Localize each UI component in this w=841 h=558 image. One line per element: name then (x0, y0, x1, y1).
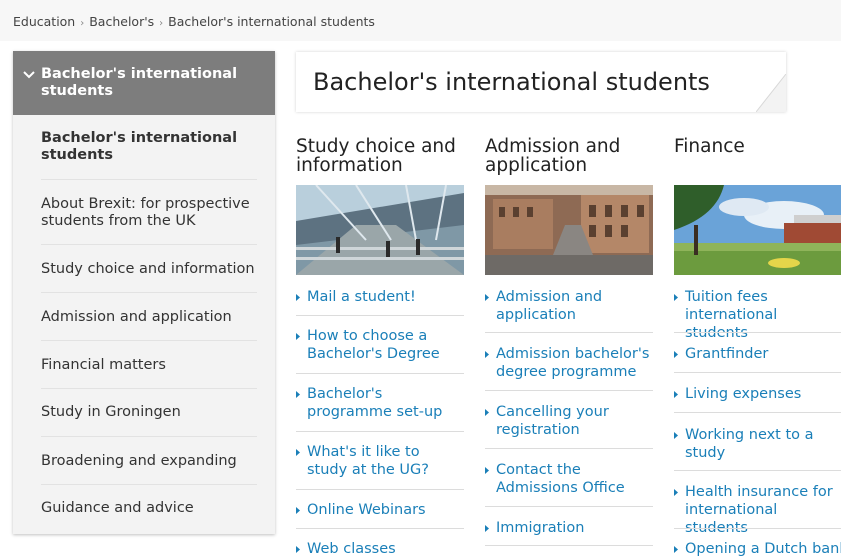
link-divider (674, 332, 841, 333)
link-divider (296, 315, 464, 316)
sidebar-divider (41, 388, 257, 389)
corner-decoration (756, 74, 786, 112)
link-divider (485, 390, 653, 391)
link-divider (674, 470, 841, 471)
breadcrumb-bachelors[interactable]: Bachelor's (89, 14, 154, 29)
column-title-admission: Admission and application (485, 136, 621, 176)
arrow-right-icon (296, 449, 300, 456)
arrow-right-icon (485, 409, 489, 416)
breadcrumb: Education › Bachelor's › Bachelor's internat… (13, 14, 375, 29)
breadcrumb-education[interactable]: Education (13, 14, 75, 29)
sidebar-item-study-groningen[interactable]: Study in Groningen (41, 404, 257, 421)
arrow-right-icon (485, 525, 489, 532)
page-title: Bachelor's international students (313, 68, 710, 96)
sidebar-item-study-choice[interactable]: Study choice and information (41, 261, 257, 278)
chevron-down-icon (23, 71, 35, 79)
column-title-finance: Finance (674, 136, 745, 157)
chevron-right-icon: › (80, 18, 85, 29)
link-divider (674, 412, 841, 413)
arrow-right-icon (296, 294, 300, 301)
link-divider (485, 545, 653, 546)
column-title-study-choice: Study choice and information (296, 136, 456, 176)
sidebar-header-title: Bachelor's international students (41, 66, 238, 99)
link-divider (296, 489, 464, 490)
arrow-right-icon (674, 432, 678, 439)
page-title-box: Bachelor's international students (296, 52, 786, 112)
arrow-right-icon (674, 294, 678, 301)
link-divider (296, 431, 464, 432)
arrow-right-icon (485, 351, 489, 358)
arrow-right-icon (485, 294, 489, 301)
link-divider (296, 528, 464, 529)
link-divider (485, 506, 653, 507)
finance-image[interactable] (674, 185, 841, 275)
link-divider (296, 373, 464, 374)
arrow-right-icon (296, 333, 300, 340)
study-choice-image[interactable] (296, 185, 464, 275)
sidebar-divider (41, 436, 257, 437)
arrow-right-icon (674, 351, 678, 358)
breadcrumb-current: Bachelor's international students (168, 14, 375, 29)
arrow-right-icon (296, 391, 300, 398)
sidebar-item-financial[interactable]: Financial matters (41, 357, 257, 374)
admission-image[interactable] (485, 185, 653, 275)
link-divider (485, 448, 653, 449)
sidebar-divider (41, 340, 257, 341)
sidebar-header[interactable]: Bachelor's international students (13, 51, 275, 115)
sidebar-item-brexit[interactable]: About Brexit: for prospective students f… (41, 196, 257, 230)
sidebar-divider (41, 484, 257, 485)
link-divider (485, 332, 653, 333)
sidebar-divider (41, 292, 257, 293)
chevron-right-icon: › (159, 18, 164, 29)
link-divider (674, 528, 841, 529)
arrow-right-icon (674, 391, 678, 398)
sidebar-item-bachelors-international[interactable]: Bachelor's international students (41, 130, 257, 164)
sidebar-item-admission[interactable]: Admission and application (41, 309, 257, 326)
arrow-right-icon (485, 467, 489, 474)
sidebar-item-broadening[interactable]: Broadening and expanding (41, 453, 257, 470)
sidebar-item-guidance[interactable]: Guidance and advice (41, 500, 257, 517)
sidebar-divider (41, 179, 257, 180)
arrow-right-icon (296, 507, 300, 514)
link-divider (674, 372, 841, 373)
arrow-right-icon (674, 489, 678, 496)
sidebar: Bachelor's international students Bachel… (13, 51, 275, 534)
sidebar-divider (41, 244, 257, 245)
